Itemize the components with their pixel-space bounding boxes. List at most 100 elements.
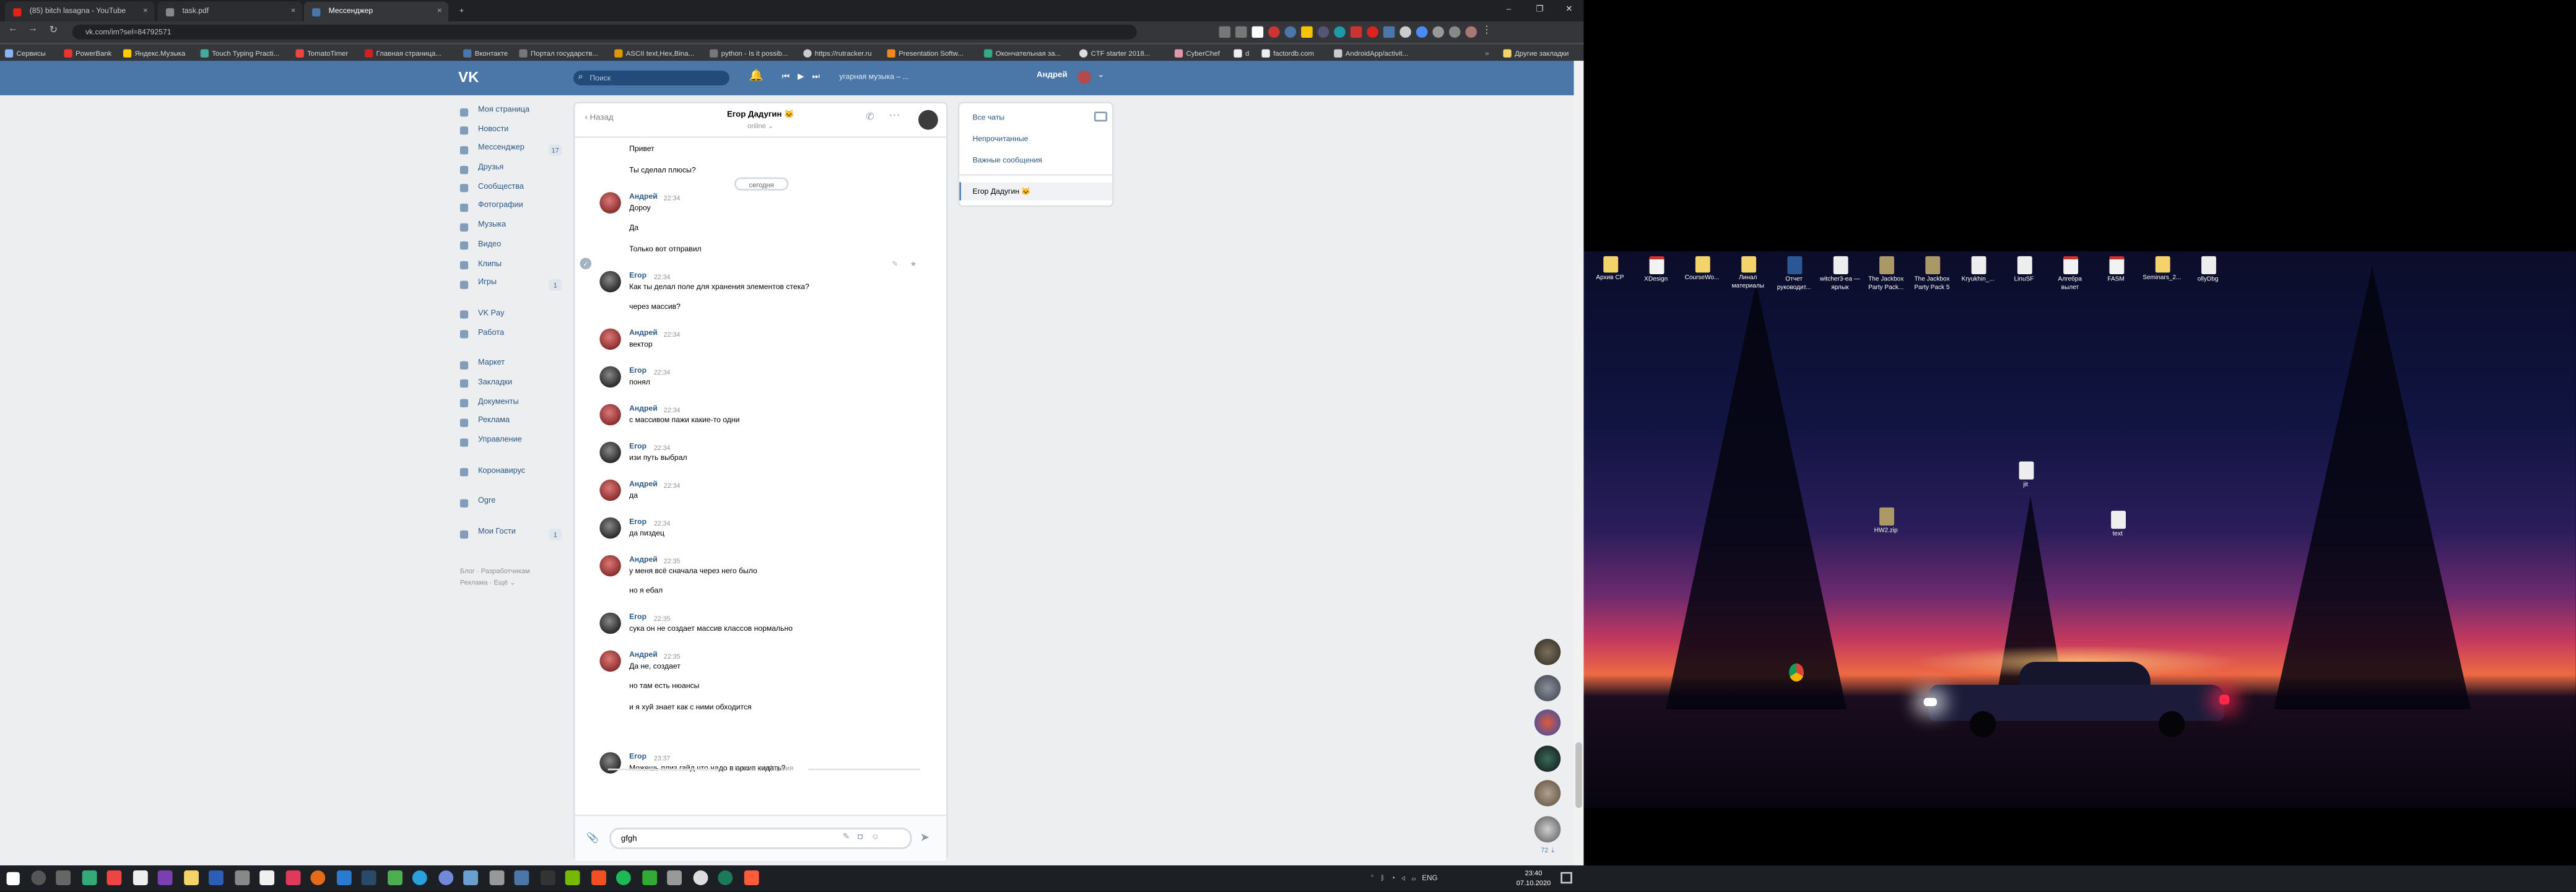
sender-name[interactable]: Андрей — [629, 329, 658, 337]
chat-avatar[interactable] — [1534, 639, 1561, 665]
visual-studio-icon[interactable] — [157, 870, 173, 885]
bookmark-item[interactable]: Presentation Softw... — [887, 45, 964, 63]
attach-icon[interactable]: 📎 — [586, 833, 599, 844]
chat-count-indicator[interactable]: 72 ⇣ — [1541, 846, 1556, 854]
filter-all-chats[interactable]: Все чаты — [973, 113, 1005, 121]
chrome-icon[interactable] — [107, 870, 122, 885]
bookmark-item[interactable]: factordb.com — [1261, 45, 1314, 63]
desktop-icon-hw2[interactable]: HW2.zip — [1865, 507, 1907, 535]
app-icon[interactable] — [692, 870, 708, 885]
url-field[interactable]: vk.com/im?sel=84792571 — [72, 24, 1137, 40]
bookmark-item[interactable]: Главная страница... — [364, 45, 442, 63]
app-icon[interactable] — [718, 870, 733, 885]
bookmark-item[interactable]: AndroidApp/activit... — [1334, 45, 1408, 63]
other-bookmarks[interactable]: Другие закладки — [1503, 45, 1569, 63]
desktop-icon[interactable]: Отчет руководит... — [1773, 256, 1816, 291]
desktop-icon[interactable]: The Jackbox Party Pack... — [1865, 256, 1907, 291]
app-icon[interactable] — [208, 870, 224, 885]
sender-name[interactable]: Егор — [629, 752, 646, 760]
sender-avatar[interactable] — [599, 479, 621, 501]
sender-name[interactable]: Андрей — [629, 404, 658, 412]
nav-management[interactable]: Управление — [459, 432, 562, 451]
selected-check-icon[interactable]: ✓ — [580, 258, 592, 270]
close-tab-icon[interactable]: × — [291, 2, 296, 22]
peer-avatar[interactable] — [918, 110, 938, 130]
tray-chevron-icon[interactable]: ⌃ — [1370, 873, 1375, 881]
bookmark-item[interactable]: Touch Typing Practi... — [200, 45, 279, 63]
nav-clips[interactable]: Клипы — [459, 256, 562, 275]
sender-name[interactable]: Егор — [629, 366, 646, 375]
desktop-icon[interactable]: ollyDbg — [2187, 256, 2229, 284]
bookmark-item[interactable]: Вконтакте — [463, 45, 508, 63]
edit-pencil-icon[interactable]: ✎ — [892, 259, 899, 269]
extensions-puzzle-icon[interactable] — [1432, 25, 1444, 37]
sender-name[interactable]: Егор — [629, 442, 646, 450]
next-track-icon[interactable]: ⏭ — [812, 72, 820, 82]
extension-icon[interactable] — [1268, 25, 1280, 37]
bookmark-item[interactable]: CyberChef — [1174, 45, 1220, 63]
user-name[interactable]: Андрей — [1037, 69, 1068, 84]
sender-name[interactable]: Егор — [629, 271, 646, 279]
chevron-down-icon[interactable]: ⌄ — [1097, 69, 1104, 84]
extension-icon[interactable] — [1334, 25, 1346, 37]
sender-name[interactable]: Андрей — [629, 651, 658, 659]
language-indicator[interactable]: ENG — [1422, 873, 1437, 881]
send-icon[interactable]: ➤ — [920, 831, 930, 844]
store-icon[interactable] — [259, 870, 275, 885]
nav-games[interactable]: Игры 1 — [459, 275, 562, 294]
app-icon[interactable] — [590, 870, 606, 885]
bookmark-item[interactable]: Портал государств... — [519, 45, 598, 63]
desktop-icon[interactable]: CourseWo... — [1681, 256, 1723, 282]
chat-avatar[interactable] — [1534, 815, 1561, 842]
nav-music[interactable]: Музыка — [459, 217, 562, 236]
desktop-icon-text[interactable]: text — [2096, 511, 2139, 538]
voice-icon[interactable]: ✎ — [843, 833, 858, 842]
spotify-icon[interactable] — [616, 870, 631, 885]
explorer-icon[interactable] — [183, 870, 198, 885]
minimize-icon[interactable]: – — [1507, 0, 1511, 21]
nav-ogre[interactable]: Ogre — [459, 493, 562, 513]
desktop-icon[interactable]: Seminars_2... — [2141, 256, 2183, 282]
app-icon[interactable] — [641, 870, 656, 885]
sender-avatar[interactable] — [599, 555, 621, 577]
sender-avatar[interactable] — [599, 328, 621, 350]
footer-link-blog[interactable]: Блог — [460, 566, 475, 574]
volume-icon[interactable]: ◁ — [1401, 873, 1406, 881]
camera-icon[interactable]: ◘ — [858, 833, 871, 842]
extension-icon[interactable] — [1367, 25, 1378, 37]
desktop-icon[interactable]: The Jackbox Party Pack 5 — [1910, 256, 1953, 291]
bookmark-item[interactable]: CTF starter 2018... — [1079, 45, 1150, 63]
page-scrollbar[interactable] — [1573, 61, 1584, 866]
app-icon[interactable] — [386, 870, 402, 885]
new-tab-button[interactable]: + — [453, 2, 470, 22]
notifications-bell-icon[interactable]: 🔔 — [749, 69, 764, 82]
desktop-icon[interactable]: Kryukhin_... — [1957, 256, 1999, 284]
nvidia-icon[interactable] — [565, 870, 580, 885]
close-tab-icon[interactable]: × — [143, 2, 148, 22]
sender-avatar[interactable] — [599, 192, 621, 214]
clock[interactable]: 23:40 07.10.2020 — [1516, 868, 1551, 886]
desktop-icon-chrome[interactable] — [1774, 663, 1817, 683]
desktop-icon[interactable]: FASM — [2095, 256, 2138, 284]
app-icon[interactable] — [361, 870, 376, 885]
sender-avatar[interactable] — [599, 366, 621, 388]
chat-avatar[interactable] — [1534, 709, 1561, 736]
extension-icon[interactable] — [1416, 25, 1428, 37]
nav-vk-pay[interactable]: VK Pay — [459, 305, 562, 324]
sender-name[interactable]: Андрей — [629, 555, 658, 563]
extension-icon[interactable] — [1301, 25, 1313, 37]
forward-arrow-icon[interactable]: → — [28, 25, 38, 35]
bookmark-item[interactable]: PowerBank — [64, 45, 111, 63]
scrollbar-thumb[interactable] — [1575, 742, 1582, 808]
more-icon[interactable]: ··· — [889, 110, 900, 122]
extension-icon[interactable] — [1251, 25, 1264, 37]
extension-icon[interactable] — [1383, 25, 1395, 37]
filter-important[interactable]: Важные сообщения — [973, 156, 1042, 164]
app-icon[interactable] — [285, 870, 300, 885]
app-icon[interactable] — [234, 870, 249, 885]
active-chat-item[interactable]: Егор Дадугин 🐱 — [959, 182, 1113, 201]
close-window-icon[interactable]: ✕ — [1565, 0, 1572, 21]
tab-task-pdf[interactable]: task.pdf × — [157, 1, 303, 22]
battery-icon[interactable]: ▭ — [1412, 873, 1416, 881]
bookmark-item[interactable]: Окончательная за... — [984, 45, 1061, 63]
